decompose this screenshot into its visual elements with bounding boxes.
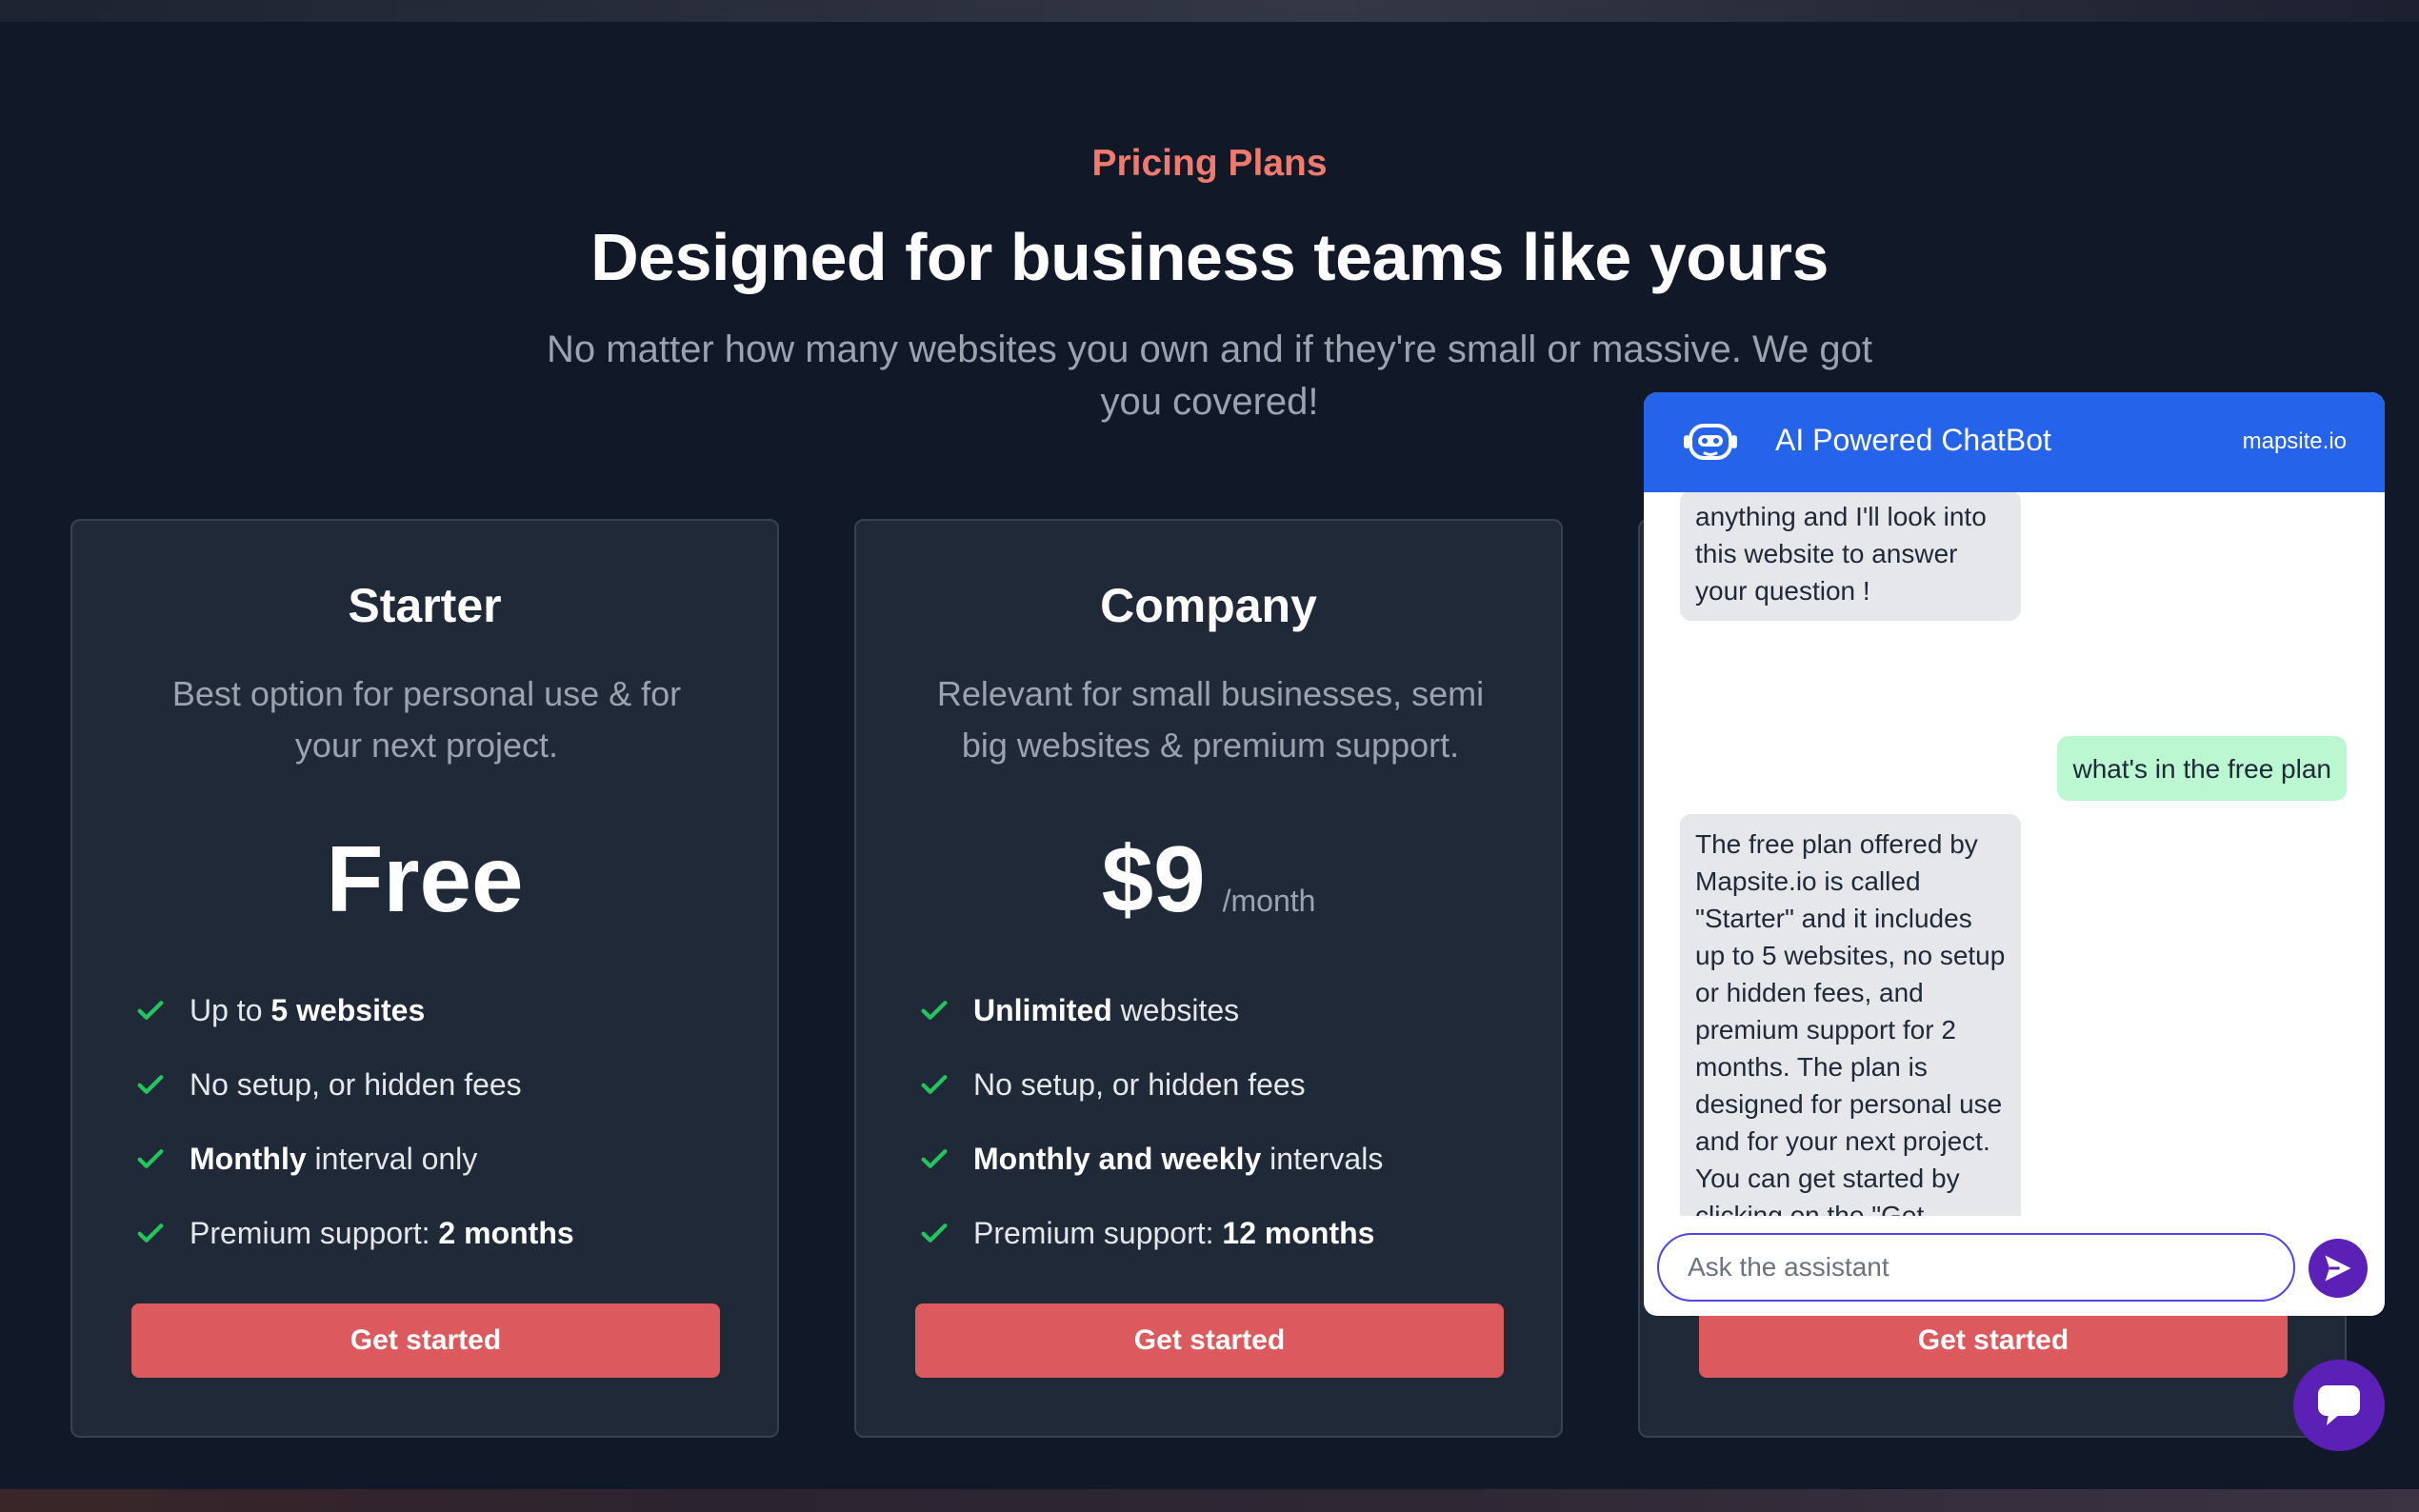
plan-price: Free [326,826,524,931]
get-started-button[interactable]: Get started [915,1303,1504,1378]
chat-message-list[interactable]: anything and I'll look into this website… [1644,492,2385,1216]
bot-message: The free plan offered by Mapsite.io is c… [1680,814,2021,1216]
check-icon [921,1149,948,1168]
send-icon [2325,1255,2351,1282]
feature-text: No setup, or hidden fees [973,1066,1306,1102]
feature-highlight: Monthly and weekly [973,1141,1262,1176]
chat-bubble-icon [2318,1385,2360,1425]
feature-list: Up to 5 websites No setup, or hidden fee… [134,973,744,1270]
check-icon [137,1001,164,1020]
feature-text: No setup, or hidden fees [190,1066,522,1102]
page-title: Designed for business teams like yours [590,220,1829,294]
bot-message: anything and I'll look into this website… [1680,492,2021,621]
feature-item: Premium support: 2 months [134,1196,744,1270]
feature-item: Up to 5 websites [134,973,744,1047]
plan-price: $9 [1101,826,1206,931]
chat-launcher-button[interactable] [2293,1360,2385,1451]
price-period: /month [1222,884,1316,918]
feature-highlight: 12 months [1222,1215,1375,1250]
send-button[interactable] [2309,1239,2368,1298]
user-message: what's in the free plan [2057,736,2347,801]
chatbot-window: AI Powered ChatBot mapsite.io anything a… [1644,392,2385,1316]
chatbot-header: AI Powered ChatBot mapsite.io [1644,392,2385,492]
feature-highlight: Unlimited [973,992,1112,1027]
plan-name: Starter [348,579,502,632]
feature-text: Premium support: [190,1215,439,1250]
feature-item: Monthly and weekly intervals [918,1122,1528,1196]
plan-card-starter: Starter Best option for personal use & f… [70,519,779,1438]
chat-input[interactable] [1657,1233,2295,1302]
chatbot-title: AI Powered ChatBot [1775,423,2051,457]
feature-text: Premium support: [973,1215,1223,1250]
check-icon [137,1224,164,1243]
check-icon [137,1075,164,1094]
check-icon [921,1224,948,1243]
section-eyebrow: Pricing Plans [1091,143,1328,184]
feature-highlight: Monthly [190,1141,307,1176]
feature-list: Unlimited websites No setup, or hidden f… [918,973,1528,1270]
feature-item: No setup, or hidden fees [918,1047,1528,1122]
check-icon [137,1149,164,1168]
chatbot-site-label: mapsite.io [2242,428,2347,454]
top-edge-strip [0,0,2419,22]
feature-text: interval only [306,1141,478,1176]
feature-text: websites [1111,992,1240,1027]
plan-card-company: Company Relevant for small businesses, s… [854,519,1563,1438]
plan-description: Relevant for small businesses, semi big … [936,674,1485,765]
feature-item: No setup, or hidden fees [134,1047,744,1122]
price-row: $9 /month [856,826,1561,931]
feature-text: intervals [1261,1141,1384,1176]
check-icon [921,1075,948,1094]
bottom-edge-strip [0,1489,2419,1512]
check-icon [921,1001,948,1020]
feature-text: Up to [190,992,271,1027]
feature-highlight: 2 months [438,1215,574,1250]
plan-name: Company [1100,579,1317,632]
feature-item: Premium support: 12 months [918,1196,1528,1270]
robot-icon [1684,424,1737,460]
price-row: Free [72,826,777,931]
get-started-button[interactable]: Get started [131,1303,720,1378]
feature-item: Unlimited websites [918,973,1528,1047]
feature-highlight: 5 websites [270,992,426,1027]
plan-description: Best option for personal use & for your … [171,674,682,765]
feature-item: Monthly interval only [134,1122,744,1196]
